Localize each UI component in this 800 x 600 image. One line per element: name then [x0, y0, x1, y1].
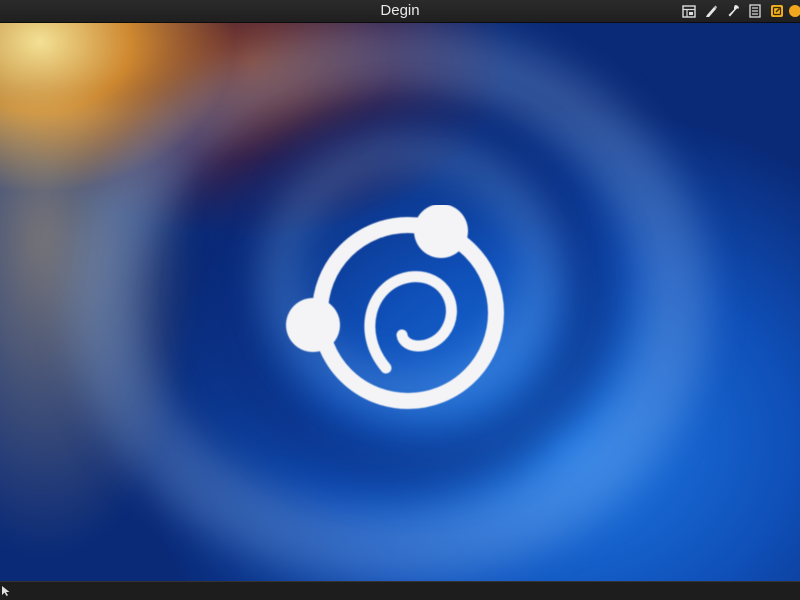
bottom-panel — [0, 581, 800, 600]
wrench-icon[interactable] — [722, 0, 744, 22]
edit-note-icon[interactable] — [766, 0, 788, 22]
pen-icon[interactable] — [700, 0, 722, 22]
window-list-icon[interactable] — [678, 0, 700, 22]
top-panel: Degin — [0, 0, 800, 23]
distro-logo-icon — [286, 205, 504, 409]
cursor-icon[interactable] — [1, 585, 13, 597]
system-tray — [678, 0, 800, 22]
status-dot-icon[interactable] — [788, 0, 800, 22]
desktop-screen: Degin — [0, 0, 800, 600]
desktop-wallpaper — [0, 22, 800, 581]
notes-icon[interactable] — [744, 0, 766, 22]
